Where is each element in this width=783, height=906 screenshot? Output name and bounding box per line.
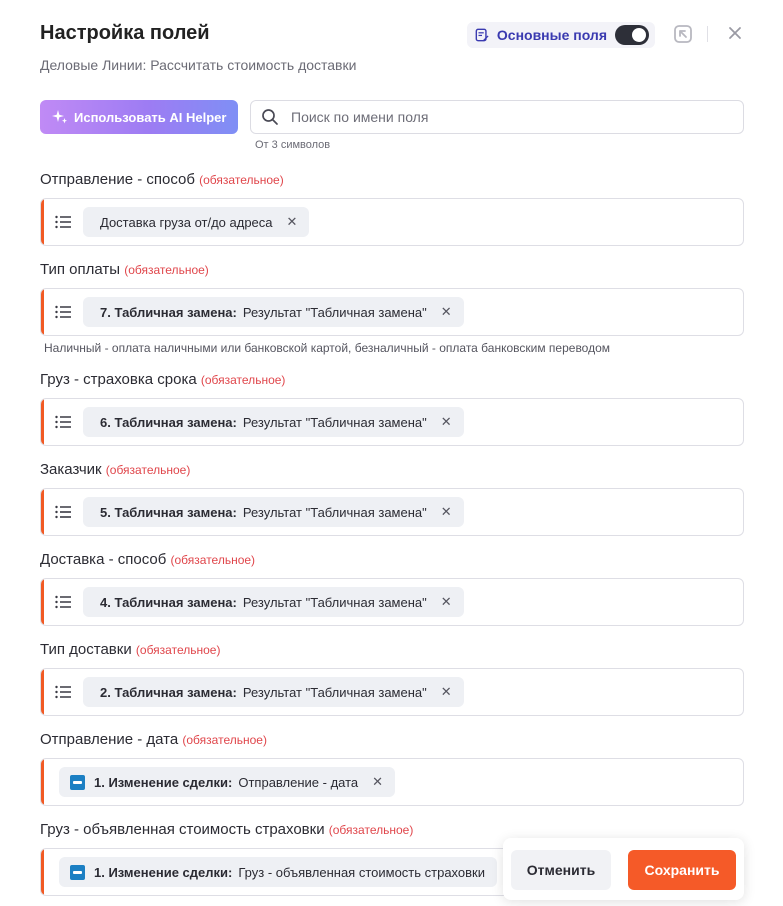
required-marker: (обязательное) <box>170 553 256 567</box>
chip-remove-icon[interactable]: ✕ <box>441 414 452 430</box>
field-row: Тип доставки (обязательное) 2. Табличная… <box>40 640 744 716</box>
field-input[interactable]: 1. Изменение сделки: Отправление - дата … <box>40 758 744 806</box>
value-chip[interactable]: Доставка груза от/до адреса ✕ <box>83 207 310 237</box>
chip-value: Результат "Табличная замена" <box>242 504 427 520</box>
header-divider <box>707 26 708 42</box>
field-row: Доставка - способ (обязательное) 4. Табл… <box>40 550 744 626</box>
required-marker: (обязательное) <box>182 733 267 747</box>
chip-value: Доставка груза от/до адреса <box>100 214 273 230</box>
chip-source: 6. Табличная замена: <box>100 414 237 430</box>
required-marker: (обязательное) <box>328 823 414 837</box>
value-chip[interactable]: 1. Изменение сделки: Груз - объявленная … <box>59 857 497 887</box>
app-logo-icon <box>70 774 85 790</box>
save-button[interactable]: Сохранить <box>628 850 736 890</box>
chip-source: 1. Изменение сделки: <box>94 774 233 790</box>
search-placeholder: Поиск по имени поля <box>291 109 429 125</box>
basic-fields-switch[interactable] <box>615 25 649 45</box>
list-icon[interactable] <box>55 215 71 229</box>
modal-header: Настройка полей Деловые Линии: Рассчитат… <box>40 20 743 80</box>
list-icon[interactable] <box>55 685 71 699</box>
page-subtitle: Деловые Линии: Рассчитать стоимость дост… <box>40 57 357 73</box>
chip-remove-icon[interactable]: ✕ <box>441 594 452 610</box>
value-chip[interactable]: 2. Табличная замена: Результат "Таблична… <box>83 677 464 707</box>
value-chip[interactable]: 6. Табличная замена: Результат "Таблична… <box>83 407 464 437</box>
list-icon[interactable] <box>55 415 71 429</box>
chip-value: Результат "Табличная замена" <box>242 414 427 430</box>
search-hint: От 3 символов <box>255 139 331 151</box>
close-icon[interactable] <box>727 25 743 41</box>
field-label: Груз - страховка срока (обязательное) <box>40 371 286 388</box>
field-input[interactable]: 4. Табличная замена: Результат "Таблична… <box>40 578 744 626</box>
field-input[interactable]: 2. Табличная замена: Результат "Таблична… <box>40 668 744 716</box>
field-label: Доставка - способ (обязательное) <box>40 551 256 568</box>
search-input[interactable]: Поиск по имени поля <box>250 100 744 134</box>
required-marker: (обязательное) <box>124 263 209 277</box>
value-chip[interactable]: 4. Табличная замена: Результат "Таблична… <box>83 587 464 617</box>
required-marker: (обязательное) <box>200 373 286 387</box>
field-input[interactable]: 5. Табличная замена: Результат "Таблична… <box>40 488 744 536</box>
value-chip[interactable]: 5. Табличная замена: Результат "Таблична… <box>83 497 464 527</box>
chip-remove-icon[interactable]: ✕ <box>441 504 452 520</box>
ai-helper-label: Использовать AI Helper <box>74 109 227 125</box>
field-row: Груз - объявленная стоимость страховки (… <box>40 820 744 896</box>
basic-fields-label: Основные поля <box>496 27 607 43</box>
value-chip[interactable]: 7. Табличная замена: Результат "Таблична… <box>83 297 464 327</box>
chip-value: Результат "Табличная замена" <box>242 684 427 700</box>
chip-remove-icon[interactable]: ✕ <box>372 774 383 790</box>
search-icon <box>262 109 278 125</box>
field-label: Тип оплаты (обязательное) <box>40 261 209 278</box>
required-marker: (обязательное) <box>199 173 284 187</box>
field-row: Заказчик (обязательное) 5. Табличная зам… <box>40 460 744 536</box>
switch-knob <box>632 28 646 42</box>
collapse-arrow-icon[interactable] <box>673 24 693 44</box>
field-label: Тип доставки (обязательное) <box>40 641 221 658</box>
chip-value: Результат "Табличная замена" <box>242 304 427 320</box>
chip-source: 4. Табличная замена: <box>100 594 237 610</box>
chip-remove-icon[interactable]: ✕ <box>287 214 298 230</box>
field-input[interactable]: 6. Табличная замена: Результат "Таблична… <box>40 398 744 446</box>
field-label: Заказчик (обязательное) <box>40 461 191 478</box>
field-input[interactable]: 7. Табличная замена: Результат "Таблична… <box>40 288 744 336</box>
list-icon[interactable] <box>55 305 71 319</box>
required-marker: (обязательное) <box>105 463 191 477</box>
chip-value: Груз - объявленная стоимость страховки <box>238 864 485 880</box>
ai-helper-button[interactable]: Использовать AI Helper <box>40 100 238 134</box>
chip-value: Отправление - дата <box>238 774 359 790</box>
chip-remove-icon[interactable]: ✕ <box>441 304 452 320</box>
list-icon[interactable] <box>55 505 71 519</box>
document-edit-icon <box>475 28 489 42</box>
cancel-button[interactable]: Отменить <box>511 850 611 890</box>
chip-remove-icon[interactable]: ✕ <box>441 684 452 700</box>
app-logo-icon <box>70 864 85 880</box>
value-chip[interactable]: 1. Изменение сделки: Отправление - дата … <box>59 767 396 797</box>
required-marker: (обязательное) <box>135 643 221 657</box>
sparkle-icon <box>52 110 67 124</box>
field-label: Отправление - дата (обязательное) <box>40 731 267 748</box>
field-row: Тип оплаты (обязательное) 7. Табличная з… <box>40 260 744 355</box>
field-label: Отправление - способ (обязательное) <box>40 171 284 188</box>
chip-source: 5. Табличная замена: <box>100 504 237 520</box>
field-note: Наличный - оплата наличными или банковск… <box>44 341 611 355</box>
list-icon[interactable] <box>55 595 71 609</box>
chip-value: Результат "Табличная замена" <box>242 594 427 610</box>
chip-source: 7. Табличная замена: <box>100 304 237 320</box>
chip-source: 2. Табличная замена: <box>100 684 237 700</box>
chip-source: 1. Изменение сделки: <box>94 864 233 880</box>
field-row: Отправление - способ (обязательное) Дост… <box>40 170 744 246</box>
basic-fields-toggle[interactable]: Основные поля <box>466 22 655 48</box>
field-row: Груз - страховка срока (обязательное) 6.… <box>40 370 744 446</box>
field-row: Отправление - дата (обязательное) 1. Изм… <box>40 730 744 806</box>
field-label: Груз - объявленная стоимость страховки (… <box>40 821 414 838</box>
field-input[interactable]: Доставка груза от/до адреса ✕ <box>40 198 744 246</box>
action-bar: Отменить Сохранить <box>503 838 744 900</box>
